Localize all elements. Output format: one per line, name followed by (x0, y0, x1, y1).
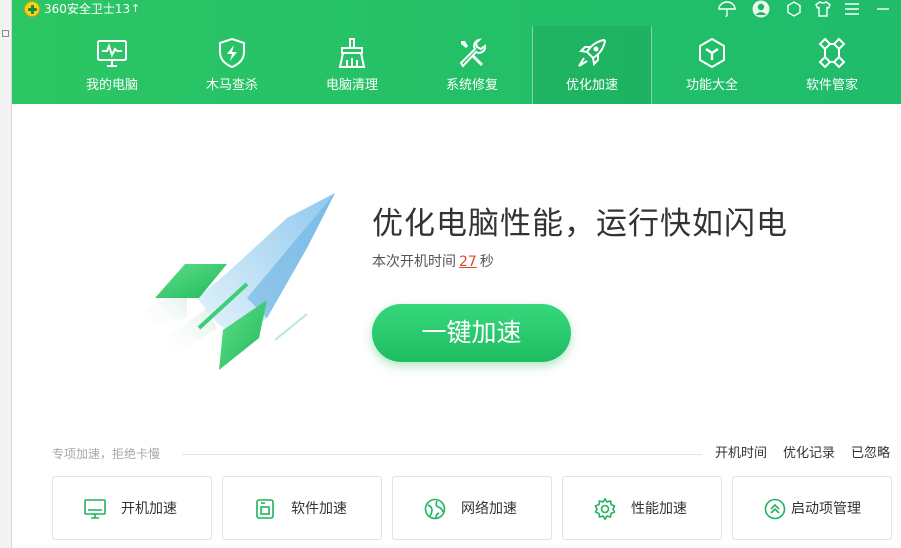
card-label: 开机加速 (121, 501, 177, 517)
title-bar: 360安全卫士13 ↑ (12, 0, 901, 18)
minimize-icon[interactable] (872, 0, 894, 18)
boot-time-seconds-link[interactable]: 27 (459, 254, 477, 270)
tab-feature-center[interactable]: 功能大全 (652, 26, 772, 104)
app-title: 360安全卫士13 (44, 2, 131, 16)
double-chevron-up-icon (764, 498, 786, 520)
tab-optimize-speedup[interactable]: 优化加速 (532, 26, 652, 104)
card-label: 性能加速 (631, 501, 687, 517)
section-title: 专项加速，拒绝卡慢 (52, 447, 161, 461)
nav-label: 系统修复 (445, 78, 498, 93)
speedup-cards: 开机加速 软件加速 网络加速 性能加速 启动项管理 (52, 476, 901, 540)
card-boot-speedup[interactable]: 开机加速 (52, 476, 212, 540)
tab-pc-cleanup[interactable]: 电脑清理 (292, 26, 412, 104)
optimize-history-link[interactable]: 优化记录 (783, 446, 835, 462)
card-label: 网络加速 (461, 501, 517, 517)
card-startup-manager[interactable]: 启动项管理 (732, 476, 892, 540)
umbrella-icon[interactable] (716, 0, 738, 18)
desktop-fragment (2, 30, 9, 37)
menu-icon[interactable] (841, 0, 863, 18)
nav-label: 软件管家 (805, 78, 858, 93)
header-bar: 360安全卫士13 ↑ 我的电脑 木马查杀 电脑清理 系统修复 优化加速 功能大… (12, 0, 901, 104)
nav-label: 我的电脑 (85, 78, 138, 93)
broom-icon (338, 38, 366, 68)
app-logo-icon (24, 1, 40, 17)
settings-hex-icon[interactable] (783, 0, 805, 18)
skin-shirt-icon[interactable] (812, 0, 834, 18)
upgrade-arrow-icon[interactable]: ↑ (131, 1, 140, 17)
tab-system-repair[interactable]: 系统修复 (412, 26, 532, 104)
wrench-icon (459, 38, 487, 68)
app-window: 360安全卫士13 ↑ 我的电脑 木马查杀 电脑清理 系统修复 优化加速 功能大… (12, 0, 901, 548)
nav-label: 优化加速 (565, 78, 618, 93)
page-headline: 优化电脑性能，运行快如闪电 (372, 206, 788, 242)
cube-icon (699, 37, 725, 69)
rocket-icon (578, 38, 607, 67)
desktop-background-strip (0, 0, 12, 548)
card-label: 启动项管理 (791, 501, 861, 517)
one-click-speedup-button[interactable]: 一键加速 (372, 304, 571, 362)
tab-trojan-scan[interactable]: 木马查杀 (172, 26, 292, 104)
tab-my-computer[interactable]: 我的电脑 (52, 26, 172, 104)
nav-label: 电脑清理 (325, 78, 378, 93)
section-divider (182, 454, 702, 455)
globe-icon (424, 498, 446, 520)
apps-grid-icon (818, 37, 846, 69)
card-software-speedup[interactable]: 软件加速 (222, 476, 382, 540)
tab-software-manager[interactable]: 软件管家 (772, 26, 892, 104)
rocket-illustration (137, 193, 335, 370)
app-window-icon (256, 499, 274, 519)
shield-bolt-icon (219, 37, 245, 69)
nav-label: 木马查杀 (205, 78, 258, 93)
monitor-icon (84, 499, 106, 519)
nav-label: 功能大全 (685, 78, 738, 93)
card-network-speedup[interactable]: 网络加速 (392, 476, 552, 540)
gear-icon (594, 497, 616, 521)
ignored-link[interactable]: 已忽略 (851, 446, 890, 462)
boot-time-line: 本次开机时间 27 秒 (372, 252, 494, 272)
boot-time-link[interactable]: 开机时间 (715, 446, 767, 462)
boot-time-unit: 秒 (479, 254, 494, 270)
monitor-pulse-icon (97, 40, 127, 67)
card-label: 软件加速 (291, 501, 347, 517)
card-performance-speedup[interactable]: 性能加速 (562, 476, 722, 540)
user-avatar-icon[interactable] (750, 0, 772, 18)
main-nav: 我的电脑 木马查杀 电脑清理 系统修复 优化加速 功能大全 软件管家 (52, 26, 892, 104)
boot-time-prefix: 本次开机时间 (372, 254, 456, 270)
